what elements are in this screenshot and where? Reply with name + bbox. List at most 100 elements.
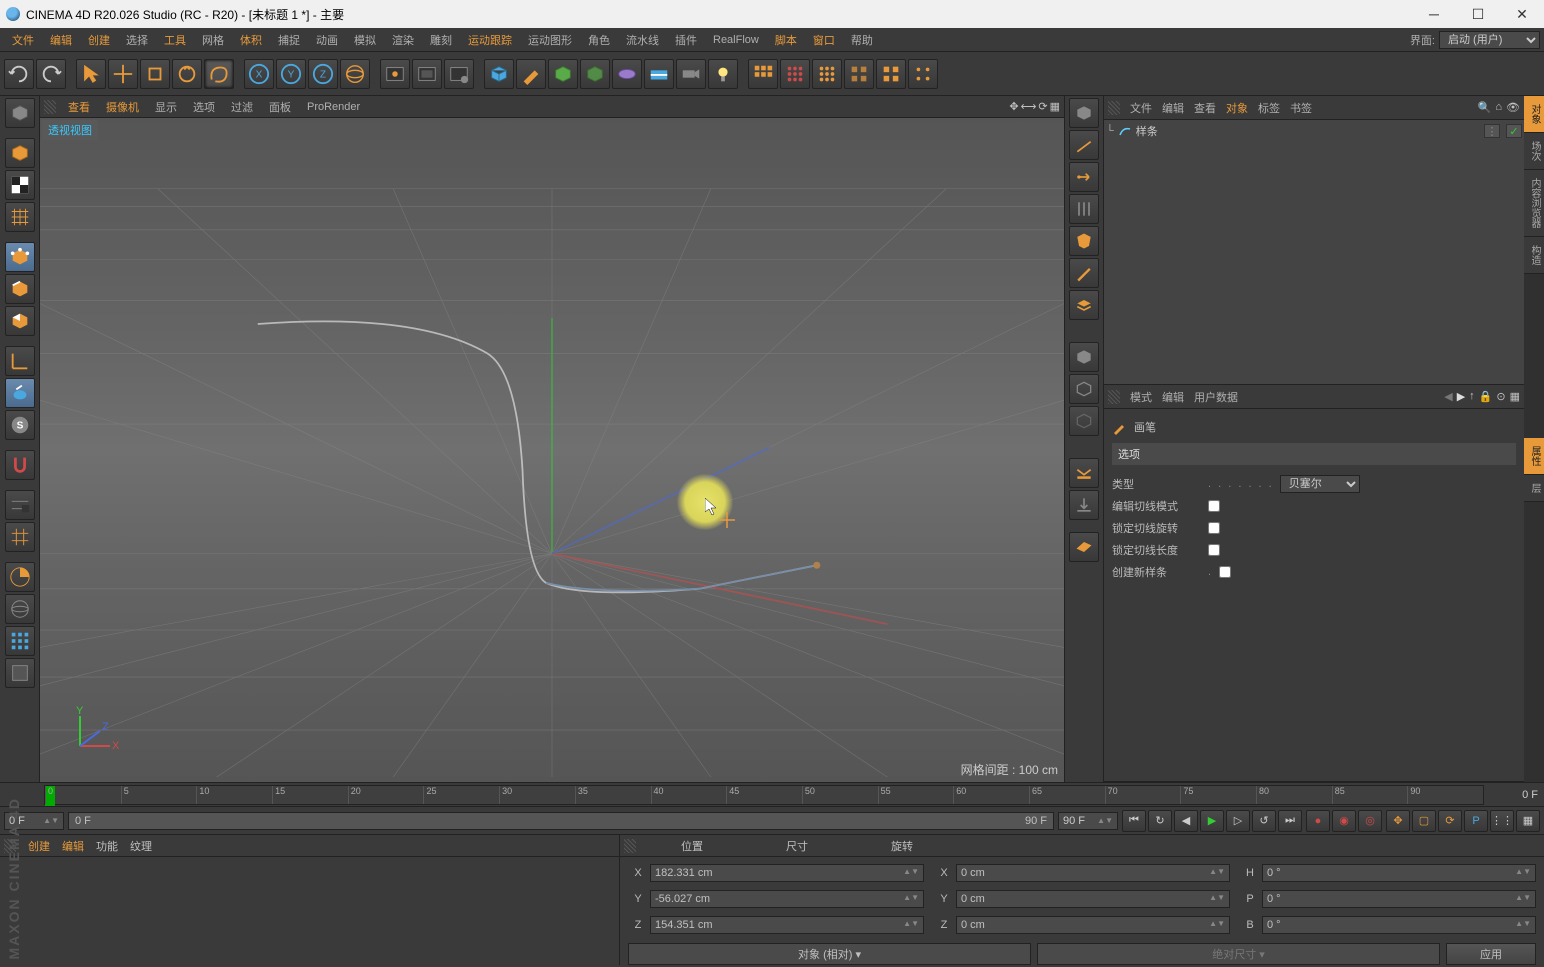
grip-icon[interactable]: [1108, 390, 1120, 404]
rot-b-input[interactable]: 0 °▲▼: [1262, 916, 1536, 934]
menu-plugins[interactable]: 插件: [667, 30, 705, 50]
undo-button[interactable]: [4, 59, 34, 89]
vp-menu-camera[interactable]: 摄像机: [98, 97, 147, 117]
plugin1-button[interactable]: [844, 59, 874, 89]
am-tab-userdata[interactable]: 用户数据: [1194, 389, 1238, 405]
lock-length-checkbox[interactable]: [1208, 544, 1220, 556]
menu-volume[interactable]: 体积: [232, 30, 270, 50]
menu-snap[interactable]: 捕捉: [270, 30, 308, 50]
tweak-mode-button[interactable]: [5, 378, 35, 408]
lock-icon[interactable]: 🔒: [1479, 390, 1493, 403]
menu-mesh[interactable]: 网格: [194, 30, 232, 50]
vp-menu-prorender[interactable]: ProRender: [299, 99, 368, 115]
menu-help[interactable]: 帮助: [843, 30, 881, 50]
menu-create[interactable]: 创建: [80, 30, 118, 50]
rc-knife-icon[interactable]: [1069, 258, 1099, 288]
om-tab-tags[interactable]: 标签: [1258, 100, 1280, 116]
menu-realflow[interactable]: RealFlow: [705, 32, 767, 48]
om-tab-objects[interactable]: 对象: [1226, 100, 1248, 116]
side-tab-structure[interactable]: 构造: [1524, 237, 1544, 274]
menu-file[interactable]: 文件: [4, 30, 42, 50]
object-row-spline[interactable]: └ 样条 ⋮ ✓: [1106, 122, 1522, 140]
vp-menu-view[interactable]: 查看: [60, 97, 98, 117]
vp-nav-rotate-icon[interactable]: ⟳: [1038, 100, 1047, 113]
menu-render[interactable]: 渲染: [384, 30, 422, 50]
menu-tools[interactable]: 工具: [156, 30, 194, 50]
vp-menu-display[interactable]: 显示: [147, 97, 185, 117]
loop-button[interactable]: ↻: [1148, 810, 1172, 832]
texture-mode-button[interactable]: [5, 170, 35, 200]
pos-z-input[interactable]: 154.351 cm▲▼: [650, 916, 924, 934]
scale-tool[interactable]: [140, 59, 170, 89]
play-button[interactable]: ▶: [1200, 810, 1224, 832]
bl-tab-create[interactable]: 创建: [28, 838, 50, 854]
plugin3-button[interactable]: [908, 59, 938, 89]
field-button[interactable]: [612, 59, 642, 89]
vp-menu-options[interactable]: 选项: [185, 97, 223, 117]
om-tab-view[interactable]: 查看: [1194, 100, 1216, 116]
expand-icon[interactable]: └: [1106, 125, 1114, 137]
rc-arrow-icon[interactable]: [1069, 162, 1099, 192]
close-button[interactable]: ✕: [1500, 0, 1544, 28]
am-tab-edit[interactable]: 编辑: [1162, 389, 1184, 405]
object-name[interactable]: 样条: [1136, 123, 1158, 139]
side-tab-layers[interactable]: 层: [1524, 475, 1544, 502]
rc-down-icon[interactable]: [1069, 458, 1099, 488]
planar-workplane-button[interactable]: [5, 522, 35, 552]
menu-motiontrack[interactable]: 运动跟踪: [460, 30, 520, 50]
z-axis-button[interactable]: Z: [308, 59, 338, 89]
side-tab-content[interactable]: 内容浏览器: [1524, 170, 1544, 237]
deformer-button[interactable]: [580, 59, 610, 89]
x-axis-button[interactable]: X: [244, 59, 274, 89]
coord-system-button[interactable]: [340, 59, 370, 89]
menu-script[interactable]: 脚本: [767, 30, 805, 50]
key-pos-button[interactable]: ✥: [1386, 810, 1410, 832]
key-pla-button[interactable]: ⋮⋮: [1490, 810, 1514, 832]
lock-rotation-checkbox[interactable]: [1208, 522, 1220, 534]
rc-axis-icon[interactable]: [1069, 130, 1099, 160]
redo-button[interactable]: [36, 59, 66, 89]
bl-tab-edit[interactable]: 编辑: [62, 838, 84, 854]
autokey-button[interactable]: ◉: [1332, 810, 1356, 832]
vp-nav-layout-icon[interactable]: ▦: [1050, 100, 1060, 113]
home-icon[interactable]: ⌂: [1495, 101, 1502, 114]
visibility-toggle[interactable]: ⋮: [1484, 124, 1500, 138]
step-back-button[interactable]: ◀: [1174, 810, 1198, 832]
menu-sculpt[interactable]: 雕刻: [422, 30, 460, 50]
eye-icon[interactable]: 👁: [1506, 101, 1520, 114]
menu-select[interactable]: 选择: [118, 30, 156, 50]
mograph-button[interactable]: [748, 59, 778, 89]
type-dropdown[interactable]: 贝塞尔: [1280, 475, 1360, 493]
camera-button[interactable]: [676, 59, 706, 89]
vp-nav-move-icon[interactable]: ✥: [1009, 100, 1018, 113]
render-view-button[interactable]: [380, 59, 410, 89]
select-tool[interactable]: [76, 59, 106, 89]
workplane-button[interactable]: [5, 202, 35, 232]
rc-cube2-icon[interactable]: [1069, 342, 1099, 372]
side-tab-objects[interactable]: 对象: [1524, 96, 1544, 133]
locked-workplane-button[interactable]: [5, 490, 35, 520]
rc-download-icon[interactable]: [1069, 490, 1099, 520]
new-spline-checkbox[interactable]: [1219, 566, 1231, 578]
point-mode-button[interactable]: [5, 242, 35, 272]
vp-menu-filter[interactable]: 过滤: [223, 97, 261, 117]
om-tab-bookmarks[interactable]: 书签: [1290, 100, 1312, 116]
menu-edit[interactable]: 编辑: [42, 30, 80, 50]
menu-mograph[interactable]: 运动图形: [520, 30, 580, 50]
layout-dropdown[interactable]: 启动 (用户): [1439, 31, 1540, 49]
minimize-button[interactable]: ─: [1412, 0, 1456, 28]
menu-anim[interactable]: 动画: [308, 30, 346, 50]
edit-tangent-checkbox[interactable]: [1208, 500, 1220, 512]
vp-nav-zoom-icon[interactable]: ⟷: [1021, 100, 1037, 113]
object-tree[interactable]: └ 样条 ⋮ ✓: [1104, 120, 1524, 384]
record-button[interactable]: ●: [1306, 810, 1330, 832]
apply-button[interactable]: 应用: [1446, 943, 1536, 965]
cube-primitive-button[interactable]: [484, 59, 514, 89]
bl-tab-function[interactable]: 功能: [96, 838, 118, 854]
rot-p-input[interactable]: 0 °▲▼: [1262, 890, 1536, 908]
size-y-input[interactable]: 0 cm▲▼: [956, 890, 1230, 908]
pos-x-input[interactable]: 182.331 cm▲▼: [650, 864, 924, 882]
bl-tab-texture[interactable]: 纹理: [130, 838, 152, 854]
effector-red-button[interactable]: [780, 59, 810, 89]
axis-mode-button[interactable]: [5, 346, 35, 376]
